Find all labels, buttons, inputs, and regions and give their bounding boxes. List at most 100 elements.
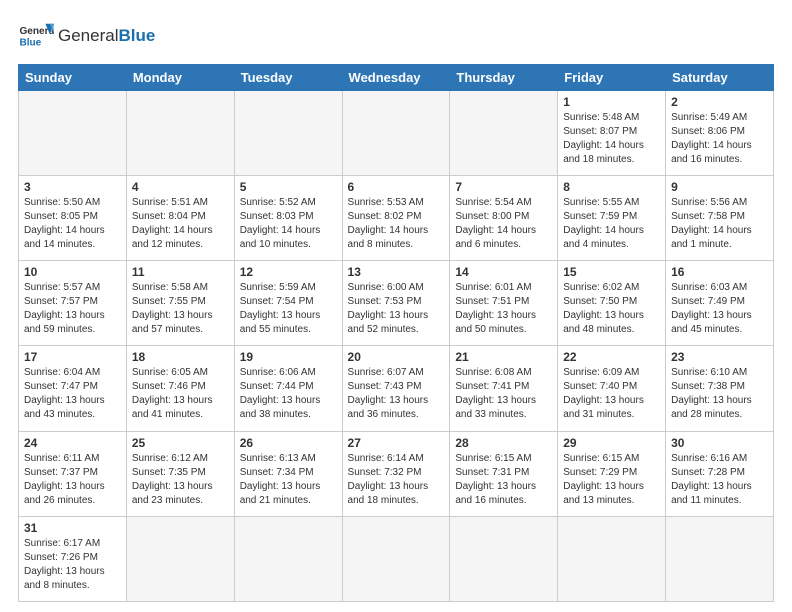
day-info: Sunrise: 5:49 AMSunset: 8:06 PMDaylight:…: [671, 111, 768, 167]
day-number: 1: [563, 95, 660, 109]
logo: General Blue GeneralBlue: [18, 18, 155, 54]
day-info: Sunrise: 6:00 AMSunset: 7:53 PMDaylight:…: [348, 281, 445, 337]
week-row-1: 1Sunrise: 5:48 AMSunset: 8:07 PMDaylight…: [19, 91, 774, 176]
calendar-cell: [234, 516, 342, 601]
day-number: 26: [240, 436, 337, 450]
day-info: Sunrise: 6:03 AMSunset: 7:49 PMDaylight:…: [671, 281, 768, 337]
day-number: 14: [455, 265, 552, 279]
calendar-cell: [126, 516, 234, 601]
day-number: 6: [348, 180, 445, 194]
day-number: 13: [348, 265, 445, 279]
day-info: Sunrise: 5:59 AMSunset: 7:54 PMDaylight:…: [240, 281, 337, 337]
day-info: Sunrise: 6:01 AMSunset: 7:51 PMDaylight:…: [455, 281, 552, 337]
day-number: 29: [563, 436, 660, 450]
day-info: Sunrise: 6:10 AMSunset: 7:38 PMDaylight:…: [671, 366, 768, 422]
day-info: Sunrise: 6:14 AMSunset: 7:32 PMDaylight:…: [348, 452, 445, 508]
calendar-cell: 16 Sunrise: 6:03 AMSunset: 7:49 PMDayligh…: [666, 261, 774, 346]
weekday-header-friday: Friday: [558, 65, 666, 91]
calendar-cell: 31 Sunrise: 6:17 AMSunset: 7:26 PMDayligh…: [19, 516, 127, 601]
calendar-cell: [234, 91, 342, 176]
day-number: 2: [671, 95, 768, 109]
day-info: Sunrise: 6:12 AMSunset: 7:35 PMDaylight:…: [132, 452, 229, 508]
calendar-cell: [342, 516, 450, 601]
day-info: Sunrise: 5:57 AMSunset: 7:57 PMDaylight:…: [24, 281, 121, 337]
day-info: Sunrise: 6:15 AMSunset: 7:29 PMDaylight:…: [563, 452, 660, 508]
day-number: 30: [671, 436, 768, 450]
svg-text:Blue: Blue: [19, 37, 41, 48]
calendar-cell: 25 Sunrise: 6:12 AMSunset: 7:35 PMDayligh…: [126, 431, 234, 516]
calendar-cell: 10Sunrise: 5:57 AMSunset: 7:57 PMDayligh…: [19, 261, 127, 346]
day-info: Sunrise: 6:05 AMSunset: 7:46 PMDaylight:…: [132, 366, 229, 422]
page-header: General Blue GeneralBlue: [18, 18, 774, 54]
day-number: 23: [671, 350, 768, 364]
day-info: Sunrise: 5:52 AMSunset: 8:03 PMDaylight:…: [240, 196, 337, 252]
calendar-cell: [450, 91, 558, 176]
day-number: 7: [455, 180, 552, 194]
calendar-cell: 4 Sunrise: 5:51 AMSunset: 8:04 PMDaylight…: [126, 176, 234, 261]
calendar-cell: 15Sunrise: 6:02 AMSunset: 7:50 PMDayligh…: [558, 261, 666, 346]
weekday-header-row: SundayMondayTuesdayWednesdayThursdayFrid…: [19, 65, 774, 91]
day-number: 25: [132, 436, 229, 450]
calendar-cell: 12Sunrise: 5:59 AMSunset: 7:54 PMDayligh…: [234, 261, 342, 346]
calendar-cell: [450, 516, 558, 601]
day-number: 19: [240, 350, 337, 364]
day-number: 31: [24, 521, 121, 535]
calendar-cell: 26 Sunrise: 6:13 AMSunset: 7:34 PMDayligh…: [234, 431, 342, 516]
day-number: 27: [348, 436, 445, 450]
day-info: Sunrise: 6:04 AMSunset: 7:47 PMDaylight:…: [24, 366, 121, 422]
day-info: Sunrise: 6:06 AMSunset: 7:44 PMDaylight:…: [240, 366, 337, 422]
calendar-cell: 9 Sunrise: 5:56 AMSunset: 7:58 PMDaylight…: [666, 176, 774, 261]
day-number: 15: [563, 265, 660, 279]
day-number: 9: [671, 180, 768, 194]
calendar-cell: 21 Sunrise: 6:08 AMSunset: 7:41 PMDayligh…: [450, 346, 558, 431]
week-row-2: 3Sunrise: 5:50 AMSunset: 8:05 PMDaylight…: [19, 176, 774, 261]
calendar-cell: 20Sunrise: 6:07 AMSunset: 7:43 PMDayligh…: [342, 346, 450, 431]
calendar-cell: 30 Sunrise: 6:16 AMSunset: 7:28 PMDayligh…: [666, 431, 774, 516]
calendar-cell: 14 Sunrise: 6:01 AMSunset: 7:51 PMDayligh…: [450, 261, 558, 346]
week-row-5: 24Sunrise: 6:11 AMSunset: 7:37 PMDayligh…: [19, 431, 774, 516]
calendar-cell: [558, 516, 666, 601]
weekday-header-thursday: Thursday: [450, 65, 558, 91]
calendar-cell: 28Sunrise: 6:15 AMSunset: 7:31 PMDayligh…: [450, 431, 558, 516]
day-info: Sunrise: 6:17 AMSunset: 7:26 PMDaylight:…: [24, 537, 121, 593]
calendar-cell: 2 Sunrise: 5:49 AMSunset: 8:06 PMDaylight…: [666, 91, 774, 176]
day-info: Sunrise: 6:15 AMSunset: 7:31 PMDaylight:…: [455, 452, 552, 508]
calendar-cell: 24Sunrise: 6:11 AMSunset: 7:37 PMDayligh…: [19, 431, 127, 516]
calendar-cell: 5 Sunrise: 5:52 AMSunset: 8:03 PMDaylight…: [234, 176, 342, 261]
day-number: 17: [24, 350, 121, 364]
day-number: 4: [132, 180, 229, 194]
weekday-header-tuesday: Tuesday: [234, 65, 342, 91]
calendar-cell: 22Sunrise: 6:09 AMSunset: 7:40 PMDayligh…: [558, 346, 666, 431]
day-info: Sunrise: 5:56 AMSunset: 7:58 PMDaylight:…: [671, 196, 768, 252]
calendar-cell: 7 Sunrise: 5:54 AMSunset: 8:00 PMDaylight…: [450, 176, 558, 261]
day-number: 5: [240, 180, 337, 194]
calendar-cell: 11Sunrise: 5:58 AMSunset: 7:55 PMDayligh…: [126, 261, 234, 346]
day-number: 16: [671, 265, 768, 279]
calendar-cell: 23 Sunrise: 6:10 AMSunset: 7:38 PMDayligh…: [666, 346, 774, 431]
day-info: Sunrise: 6:16 AMSunset: 7:28 PMDaylight:…: [671, 452, 768, 508]
calendar-cell: 17 Sunrise: 6:04 AMSunset: 7:47 PMDayligh…: [19, 346, 127, 431]
calendar-cell: 1Sunrise: 5:48 AMSunset: 8:07 PMDaylight…: [558, 91, 666, 176]
day-info: Sunrise: 5:54 AMSunset: 8:00 PMDaylight:…: [455, 196, 552, 252]
day-info: Sunrise: 5:55 AMSunset: 7:59 PMDaylight:…: [563, 196, 660, 252]
day-number: 24: [24, 436, 121, 450]
day-info: Sunrise: 6:08 AMSunset: 7:41 PMDaylight:…: [455, 366, 552, 422]
calendar-cell: 13 Sunrise: 6:00 AMSunset: 7:53 PMDayligh…: [342, 261, 450, 346]
calendar-cell: 18 Sunrise: 6:05 AMSunset: 7:46 PMDayligh…: [126, 346, 234, 431]
day-info: Sunrise: 5:53 AMSunset: 8:02 PMDaylight:…: [348, 196, 445, 252]
week-row-6: 31 Sunrise: 6:17 AMSunset: 7:26 PMDayligh…: [19, 516, 774, 601]
day-number: 8: [563, 180, 660, 194]
day-info: Sunrise: 5:50 AMSunset: 8:05 PMDaylight:…: [24, 196, 121, 252]
day-info: Sunrise: 5:51 AMSunset: 8:04 PMDaylight:…: [132, 196, 229, 252]
calendar-cell: [666, 516, 774, 601]
calendar-cell: [126, 91, 234, 176]
weekday-header-monday: Monday: [126, 65, 234, 91]
day-info: Sunrise: 6:13 AMSunset: 7:34 PMDaylight:…: [240, 452, 337, 508]
day-number: 21: [455, 350, 552, 364]
calendar-cell: 6 Sunrise: 5:53 AMSunset: 8:02 PMDaylight…: [342, 176, 450, 261]
day-number: 18: [132, 350, 229, 364]
calendar-cell: 19 Sunrise: 6:06 AMSunset: 7:44 PMDayligh…: [234, 346, 342, 431]
day-info: Sunrise: 6:07 AMSunset: 7:43 PMDaylight:…: [348, 366, 445, 422]
day-number: 22: [563, 350, 660, 364]
week-row-3: 10Sunrise: 5:57 AMSunset: 7:57 PMDayligh…: [19, 261, 774, 346]
